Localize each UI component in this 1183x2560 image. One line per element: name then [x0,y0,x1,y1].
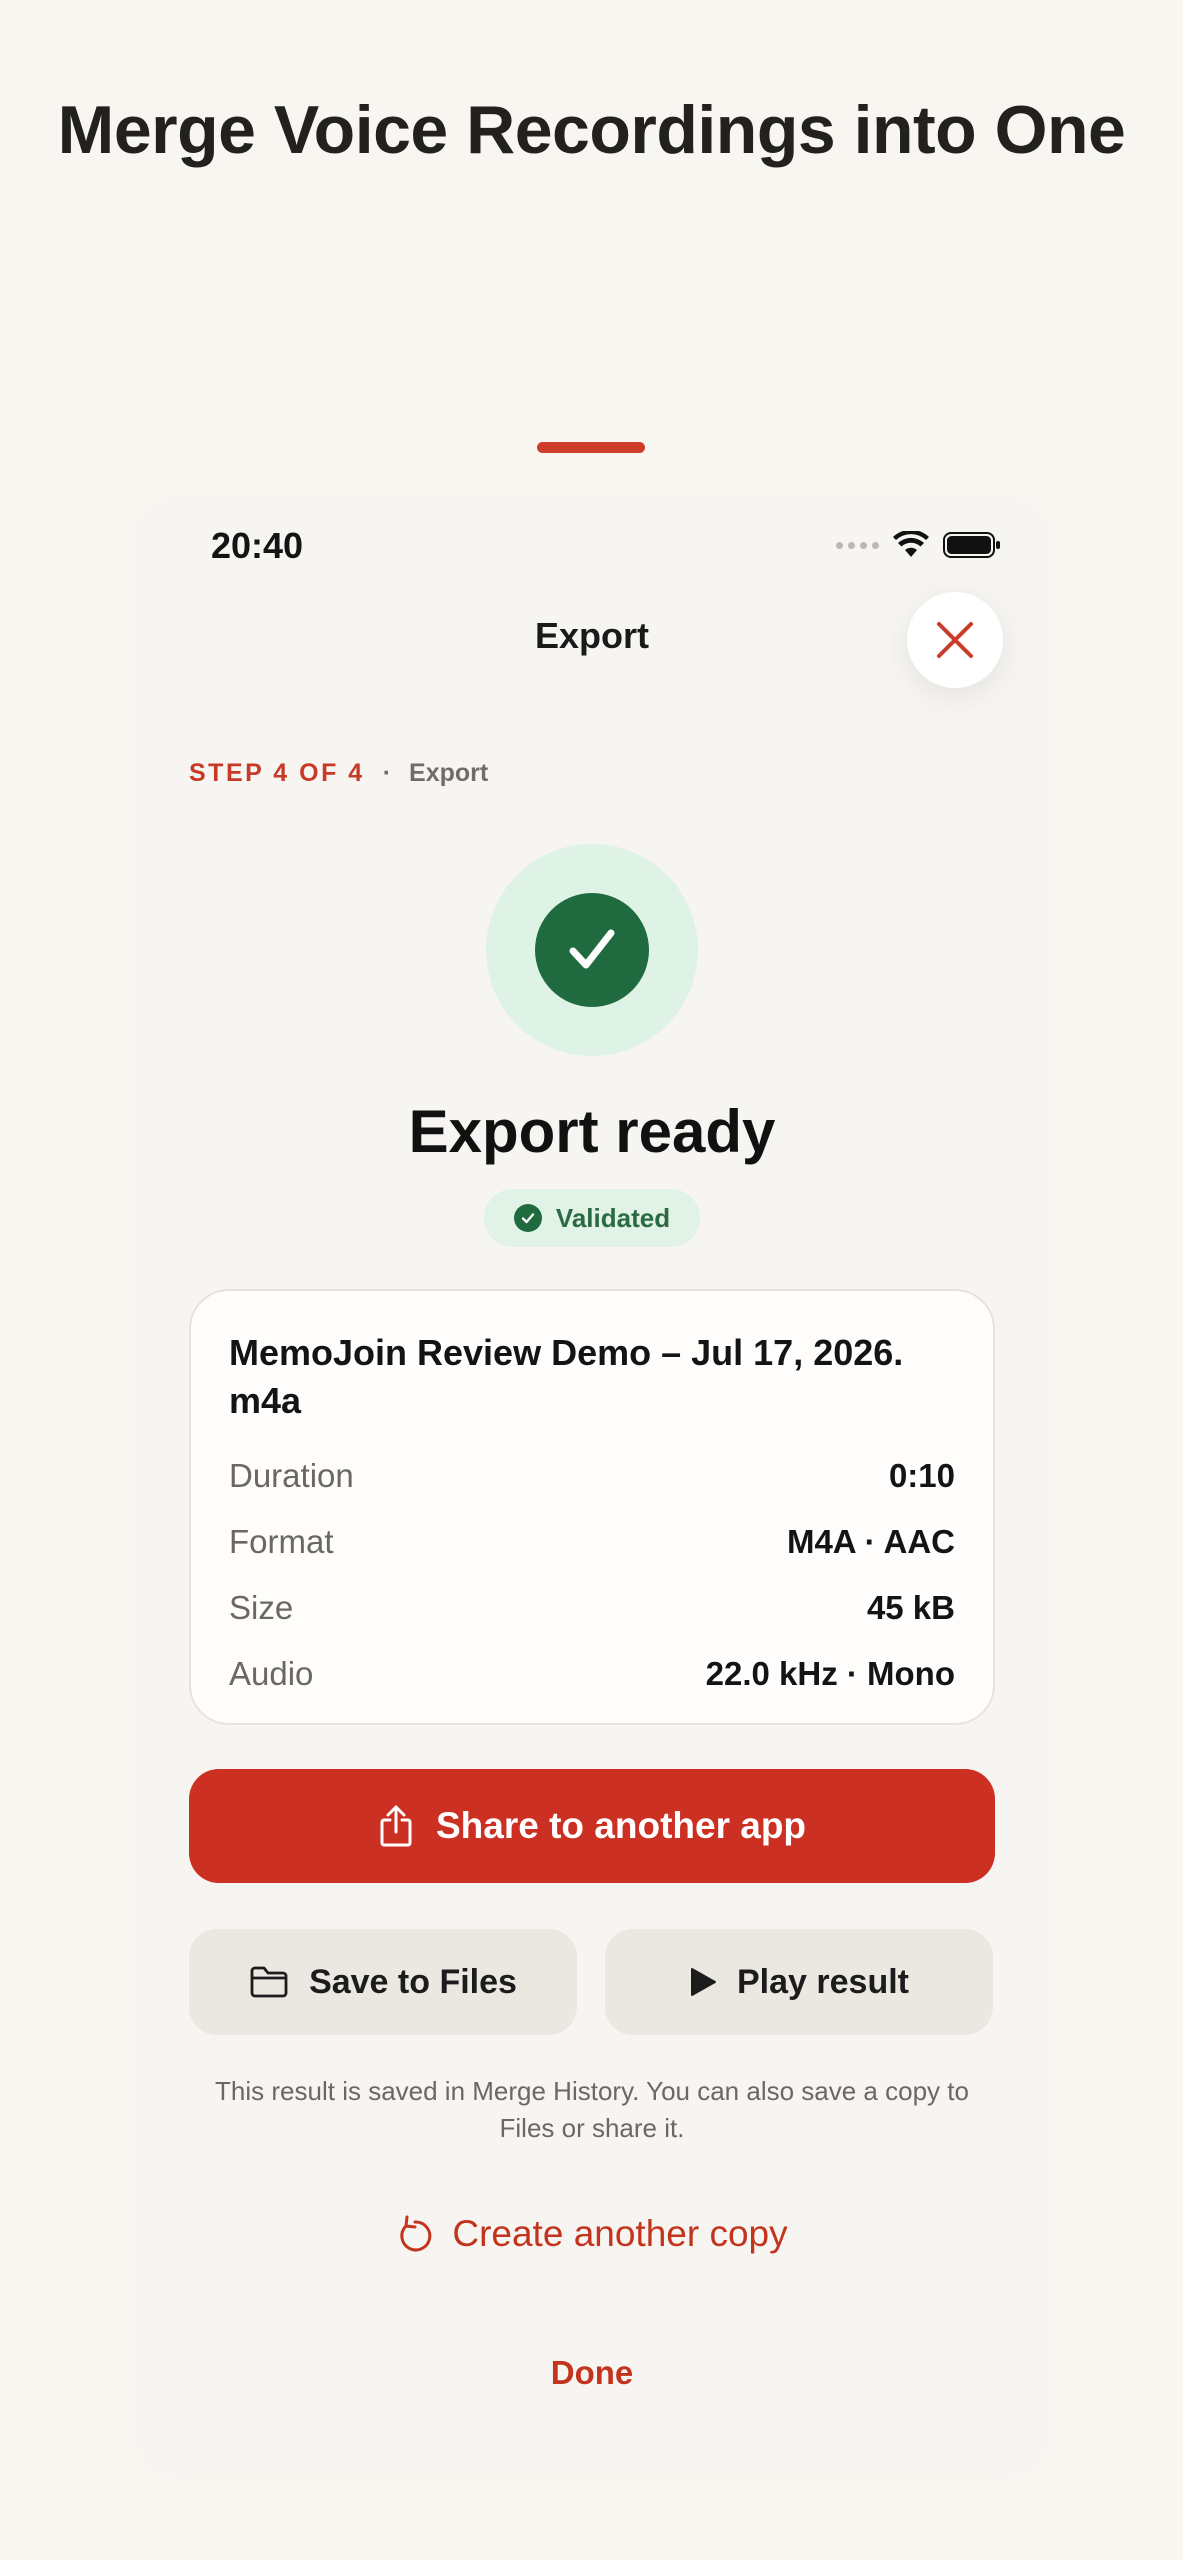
create-copy-label: Create another copy [452,2213,788,2254]
checkmark-icon [569,929,615,969]
share-button-label: Share to another app [435,1805,807,1846]
badge-label: Validated [555,1202,671,1233]
info-value: 0:10 [888,1457,955,1494]
badge-check-icon [513,1204,542,1232]
hint-text: This result is saved in Merge History. Y… [215,2076,969,2143]
step-label: STEP 4 OF 4 [189,759,365,787]
file-details-card: MemoJoin Review Demo – Jul 17, 2026. m4a… [189,1289,995,1725]
result-title: Export ready [408,1098,776,1165]
share-button[interactable]: Share to another app [189,1769,995,1883]
play-result-button[interactable]: Play result [605,1929,993,2035]
step-name: Export [409,759,489,787]
info-value: M4A · AAC [786,1523,955,1560]
info-row-audio: Audio 22.0 kHz · Mono [229,1641,955,1707]
step-separator: · [382,759,392,787]
file-name: MemoJoin Review Demo – Jul 17, 2026. m4a [229,1329,955,1425]
step-indicator: STEP 4 OF 4 · Export [189,759,488,788]
page-headline: Merge Voice Recordings into One [0,90,1183,170]
close-button[interactable] [907,592,1003,688]
folder-icon [250,1966,288,1998]
info-value: 22.0 kHz · Mono [705,1655,955,1692]
save-button-label: Save to Files [309,1962,517,2001]
wifi-icon [893,531,929,557]
info-value: 45 kB [866,1589,955,1626]
cellular-signal-icon [836,541,879,549]
phone-frame: 20:40 Export STEP 4 OF 4 · Export Export… [137,497,1047,2472]
success-indicator [486,844,698,1056]
info-row-format: Format M4A · AAC [229,1509,955,1575]
screen: Merge Voice Recordings into One 20:40 Ex… [0,0,1183,2560]
info-label: Audio [229,1655,314,1692]
create-another-copy-button[interactable]: Create another copy [137,2213,1047,2255]
info-label: Duration [229,1457,354,1494]
status-time: 20:40 [211,525,304,566]
file-name-line1: MemoJoin Review Demo – Jul 17, 2026. [229,1332,904,1373]
status-icons [836,531,1001,559]
rotate-icon [400,2215,432,2252]
info-label: Size [229,1589,294,1626]
file-name-line2: m4a [229,1380,302,1421]
info-row-duration: Duration 0:10 [229,1443,955,1509]
done-button[interactable]: Done [137,2354,1047,2392]
info-label: Format [229,1523,334,1560]
battery-icon [943,532,1000,558]
close-icon [937,622,973,658]
accent-divider [537,442,645,453]
save-to-files-button[interactable]: Save to Files [189,1929,577,2035]
play-button-label: Play result [737,1962,909,2001]
headline-text: Merge Voice Recordings into One [57,92,1126,168]
play-icon [691,1968,716,1996]
validated-badge: Validated [484,1189,700,1247]
info-row-size: Size 45 kB [229,1575,955,1641]
file-info-list: Duration 0:10 Format M4A · AAC Size 45 k… [229,1443,955,1707]
success-circle [535,893,649,1007]
share-icon [380,1805,412,1847]
